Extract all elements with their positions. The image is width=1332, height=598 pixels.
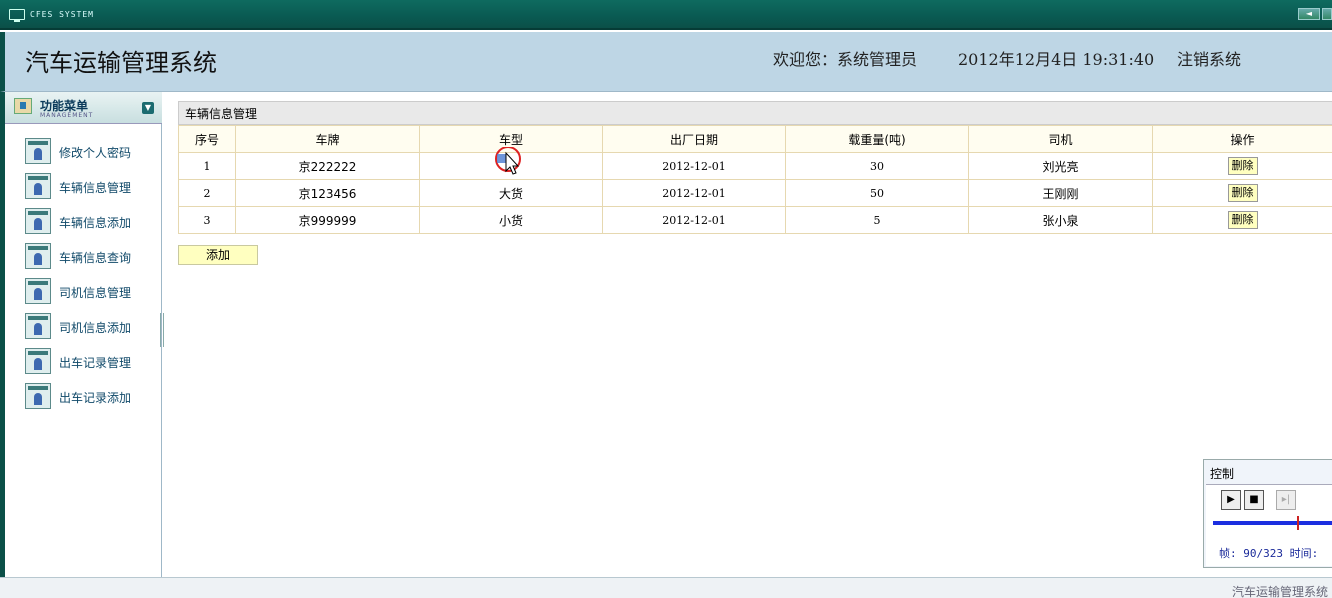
main-content: 车辆信息管理 序号 车牌 车型 出厂日期 载重量(吨) 司机 操作 1 京222… bbox=[178, 101, 1332, 265]
menu-header: 功能菜单 MANAGEMENT ▼ bbox=[5, 92, 162, 124]
cell-no: 2 bbox=[178, 179, 236, 207]
mouse-cursor-icon bbox=[495, 147, 521, 175]
user-form-icon bbox=[25, 243, 51, 269]
playback-slider[interactable] bbox=[1213, 521, 1332, 525]
sidebar-item-vehicle-query[interactable]: 车辆信息查询 bbox=[25, 243, 160, 271]
cell-load: 30 bbox=[785, 152, 969, 180]
column-header: 操作 bbox=[1152, 125, 1332, 153]
delete-button[interactable]: 删除 bbox=[1227, 157, 1258, 175]
sidebar-item-label: 车辆信息添加 bbox=[59, 216, 132, 230]
status-text: 汽车运输管理系统 bbox=[1231, 585, 1328, 598]
table-header-row: 序号 车牌 车型 出厂日期 载重量(吨) 司机 操作 bbox=[178, 125, 1332, 153]
monitor-icon bbox=[9, 9, 25, 22]
logout-link[interactable]: 注销系统 bbox=[1177, 46, 1241, 70]
sidebar-item-label: 修改个人密码 bbox=[59, 146, 132, 160]
cell-action: 删除 bbox=[1152, 206, 1332, 234]
status-bar: 汽车运输管理系统 bbox=[0, 577, 1332, 598]
datetime-text: 2012年12月4日 19:31:40 bbox=[958, 50, 1155, 69]
cell-plate: 京123456 bbox=[235, 179, 420, 207]
page-header: 汽车运输管理系统 欢迎您：系统管理员 2012年12月4日 19:31:40 注… bbox=[0, 32, 1332, 92]
sidebar-item-label: 司机信息管理 bbox=[59, 286, 132, 300]
delete-button[interactable]: 删除 bbox=[1227, 211, 1258, 229]
column-header: 车牌 bbox=[235, 125, 420, 153]
cell-plate: 京999999 bbox=[235, 206, 420, 234]
cell-action: 删除 bbox=[1152, 179, 1332, 207]
menu-subtitle: MANAGEMENT bbox=[40, 112, 94, 119]
table-row: 2 京123456 大货 2012-12-01 50 王刚刚 删除 bbox=[178, 179, 1332, 207]
sidebar-item-trip-add[interactable]: 出车记录添加 bbox=[25, 383, 160, 411]
next-icon[interactable] bbox=[1322, 8, 1332, 20]
cell-driver: 王刚刚 bbox=[968, 179, 1153, 207]
add-button[interactable]: 添加 bbox=[178, 245, 258, 265]
table-row: 3 京999999 小货 2012-12-01 5 张小泉 删除 bbox=[178, 206, 1332, 234]
fast-forward-icon[interactable]: ▸| bbox=[1276, 490, 1296, 510]
sidebar-splitter-handle[interactable] bbox=[160, 313, 164, 347]
cell-date: 2012-12-01 bbox=[602, 179, 786, 207]
back-icon[interactable]: ◄ bbox=[1298, 8, 1320, 20]
user-form-icon bbox=[25, 208, 51, 234]
cell-date: 2012-12-01 bbox=[602, 206, 786, 234]
table-row: 1 京222222 2012-12-01 30 刘光亮 删除 bbox=[178, 152, 1332, 180]
user-form-icon bbox=[25, 173, 51, 199]
column-header: 出厂日期 bbox=[602, 125, 786, 153]
sidebar-item-vehicle-add[interactable]: 车辆信息添加 bbox=[25, 208, 160, 236]
user-form-icon bbox=[25, 383, 51, 409]
delete-button[interactable]: 删除 bbox=[1227, 184, 1258, 202]
stop-icon[interactable]: ■ bbox=[1244, 490, 1264, 510]
sidebar: 功能菜单 MANAGEMENT ▼ 修改个人密码 车辆信息管理 车辆信息添加 车… bbox=[0, 92, 162, 577]
sidebar-item-label: 车辆信息查询 bbox=[59, 251, 132, 265]
collapse-icon[interactable]: ▼ bbox=[142, 102, 154, 114]
cell-load: 5 bbox=[785, 206, 969, 234]
user-form-icon bbox=[25, 138, 51, 164]
sidebar-item-label: 出车记录添加 bbox=[59, 391, 132, 405]
sidebar-item-driver-add[interactable]: 司机信息添加 bbox=[25, 313, 160, 341]
cell-driver: 刘光亮 bbox=[968, 152, 1153, 180]
play-icon[interactable]: ▶ bbox=[1221, 490, 1241, 510]
user-form-icon bbox=[25, 313, 51, 339]
column-header: 序号 bbox=[178, 125, 236, 153]
cell-no: 1 bbox=[178, 152, 236, 180]
cell-type: 大货 bbox=[419, 179, 603, 207]
cell-type: 小货 bbox=[419, 206, 603, 234]
slider-thumb[interactable] bbox=[1297, 516, 1299, 530]
sidebar-item-trip-manage[interactable]: 出车记录管理 bbox=[25, 348, 160, 376]
user-form-icon bbox=[25, 348, 51, 374]
cell-date: 2012-12-01 bbox=[602, 152, 786, 180]
sidebar-item-label: 车辆信息管理 bbox=[59, 181, 132, 195]
column-header: 载重量(吨) bbox=[785, 125, 969, 153]
vehicle-table: 序号 车牌 车型 出厂日期 载重量(吨) 司机 操作 1 京222222 201… bbox=[178, 125, 1332, 234]
upload-folder-icon bbox=[14, 98, 32, 114]
cell-action: 删除 bbox=[1152, 152, 1332, 180]
sidebar-item-label: 出车记录管理 bbox=[59, 356, 132, 370]
window-titlebar: CFES SYSTEM ◄ bbox=[0, 0, 1332, 30]
app-code: CFES SYSTEM bbox=[30, 10, 94, 19]
panel-title: 车辆信息管理 bbox=[178, 101, 1332, 125]
sidebar-item-label: 司机信息添加 bbox=[59, 321, 132, 335]
playback-control-panel: 控制 ▶ ■ ▸| 帧: 90/323 时间: bbox=[1203, 459, 1332, 568]
user-form-icon bbox=[25, 278, 51, 304]
sidebar-item-change-password[interactable]: 修改个人密码 bbox=[25, 138, 160, 166]
welcome-text: 欢迎您：系统管理员 bbox=[773, 50, 918, 69]
control-title: 控制 bbox=[1210, 467, 1235, 481]
system-title: 汽车运输管理系统 bbox=[25, 49, 217, 77]
cell-no: 3 bbox=[178, 206, 236, 234]
cell-driver: 张小泉 bbox=[968, 206, 1153, 234]
control-body: ▶ ■ ▸| 帧: 90/323 时间: bbox=[1206, 484, 1332, 566]
frame-info: 帧: 90/323 时间: bbox=[1219, 547, 1319, 560]
sidebar-item-driver-manage[interactable]: 司机信息管理 bbox=[25, 278, 160, 306]
sidebar-item-vehicle-manage[interactable]: 车辆信息管理 bbox=[25, 173, 160, 201]
cell-plate: 京222222 bbox=[235, 152, 420, 180]
cell-load: 50 bbox=[785, 179, 969, 207]
column-header: 司机 bbox=[968, 125, 1153, 153]
